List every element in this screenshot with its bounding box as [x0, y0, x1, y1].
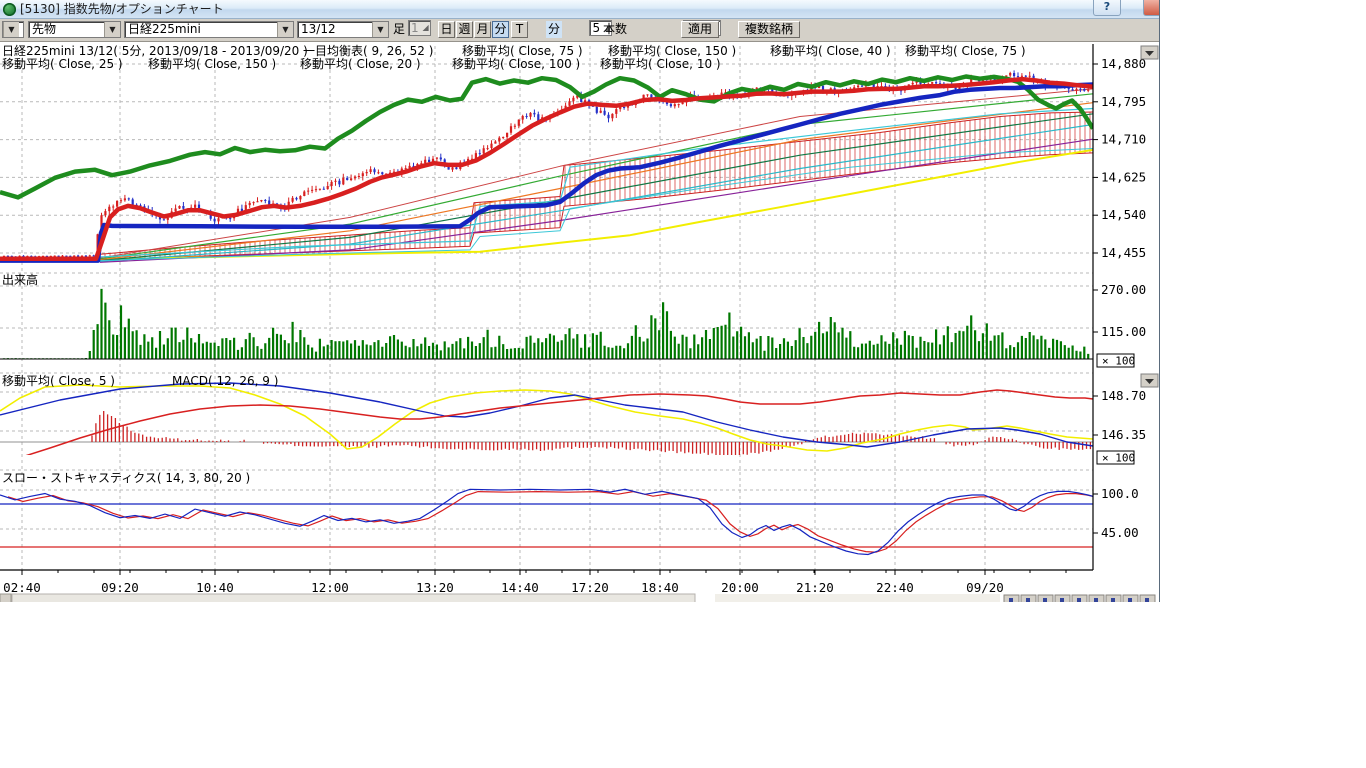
macd-signal-red [0, 390, 1093, 457]
macd-tick-label: 148.70 [1101, 388, 1146, 403]
ichimoku-cyan-upper [100, 109, 1093, 258]
mini-toolbar-glyph [1060, 598, 1064, 602]
chevron-down-icon[interactable]: ▼ [104, 22, 120, 37]
toolbar: ▼ 先物 ▼ 日経225mini ▼ 13/12 ▼ 足 1 日 週 月 分 T… [0, 19, 1159, 42]
app-icon [3, 3, 16, 16]
mini-toolbar-glyph [1128, 598, 1132, 602]
ashi-stepper[interactable]: 1 [408, 20, 431, 36]
stoch-d-line [8, 492, 1101, 553]
mini-toolbar-glyph [1077, 598, 1081, 602]
macd-panel [0, 383, 1093, 457]
mini-toolbar-glyph [1043, 598, 1047, 602]
stoch-panel [0, 489, 1101, 554]
h-scrollbar-left-button[interactable] [0, 594, 11, 602]
symbol-select[interactable]: 日経225mini ▼ [124, 21, 294, 38]
multiplier-label: × 100 [1102, 355, 1135, 368]
apply-button[interactable]: 適用 [681, 21, 719, 38]
multiplier-label: × 100 [1102, 452, 1135, 465]
chart-window: [5130] 指数先物/オプションチャート ? ▼ 先物 ▼ 日経225mini… [0, 0, 1160, 602]
stoch-tick-label: 45.00 [1101, 525, 1139, 540]
contract-select[interactable]: 13/12 ▼ [297, 21, 389, 38]
h-scrollbar-thumb[interactable] [12, 594, 695, 602]
time-label: 10:40 [196, 580, 234, 595]
chevron-down-icon[interactable]: ▼ [372, 22, 388, 37]
minute-label: 分 [546, 21, 562, 38]
mini-toolbar-glyph [1009, 598, 1013, 602]
window-title: [5130] 指数先物/オプションチャート [20, 0, 224, 18]
volume-bars [4, 289, 1088, 359]
time-label: 14:40 [501, 580, 539, 595]
time-label: 21:20 [796, 580, 834, 595]
multi-symbol-button[interactable]: 複数銘柄 [738, 21, 800, 38]
time-label: 12:00 [311, 580, 349, 595]
mini-toolbar-glyph [1111, 598, 1115, 602]
mini-toolbar-glyph [1094, 598, 1098, 602]
chevron-down-icon[interactable]: ▼ [3, 22, 19, 37]
price-tick-label: 14,880 [1101, 56, 1146, 71]
help-button[interactable]: ? [1093, 0, 1121, 16]
tf-month-button[interactable]: 月 [474, 21, 491, 38]
volume-tick-label: 270.00 [1101, 282, 1146, 297]
tf-tick-button[interactable]: T [511, 21, 528, 38]
price-panel [0, 70, 1093, 262]
price-tick-label: 14,710 [1101, 132, 1146, 147]
time-label: 09/20 [966, 580, 1004, 595]
ma-thin-purple [100, 139, 1093, 262]
tf-day-button[interactable]: 日 [438, 21, 455, 38]
titlebar[interactable]: [5130] 指数先物/オプションチャート ? [0, 0, 1159, 19]
time-label: 18:40 [641, 580, 679, 595]
ichimoku-cloud-hatch [100, 112, 1090, 260]
chart-canvas[interactable]: 14,880 14,795 14,710 14,625 14,540 14,455 270.… [0, 42, 1160, 602]
time-label: 02:40 [3, 580, 41, 595]
mini-dropdown[interactable]: ▼ [2, 21, 24, 38]
chevron-down-icon[interactable]: ▼ [277, 22, 293, 37]
volume-tick-label: 115.00 [1101, 324, 1146, 339]
stoch-tick-label: 100.0 [1101, 486, 1139, 501]
volume-panel [4, 289, 1088, 359]
stoch-k-line [0, 489, 1093, 554]
time-label: 17:20 [571, 580, 609, 595]
category-select[interactable]: 先物 ▼ [28, 21, 121, 38]
close-button[interactable] [1143, 0, 1160, 16]
time-label: 22:40 [876, 580, 914, 595]
price-tick-label: 14,540 [1101, 207, 1146, 222]
price-tick-label: 14,455 [1101, 245, 1146, 260]
ashi-label: 足 [393, 21, 405, 38]
time-label: 09:20 [101, 580, 139, 595]
desktop: [5130] 指数先物/オプションチャート ? ▼ 先物 ▼ 日経225mini… [0, 0, 1366, 768]
mini-toolbar-glyph [1026, 598, 1030, 602]
macd-tick-label: 146.35 [1101, 427, 1146, 442]
h-scrollbar-gap [694, 594, 715, 602]
price-tick-label: 14,795 [1101, 94, 1146, 109]
ma-thin-orange [100, 103, 1093, 260]
mini-toolbar-glyph [1145, 598, 1149, 602]
count-label: 本数 [603, 21, 627, 38]
ichimoku-senkou-b [100, 153, 1093, 260]
time-label: 13:20 [416, 580, 454, 595]
time-label: 20:00 [721, 580, 759, 595]
ichimoku-senkou-a [100, 112, 1093, 254]
tf-minute-button[interactable]: 分 [492, 21, 509, 38]
tf-week-button[interactable]: 週 [456, 21, 473, 38]
chart-area[interactable]: 14,880 14,795 14,710 14,625 14,540 14,455 270.… [0, 42, 1160, 602]
price-tick-label: 14,625 [1101, 169, 1146, 184]
